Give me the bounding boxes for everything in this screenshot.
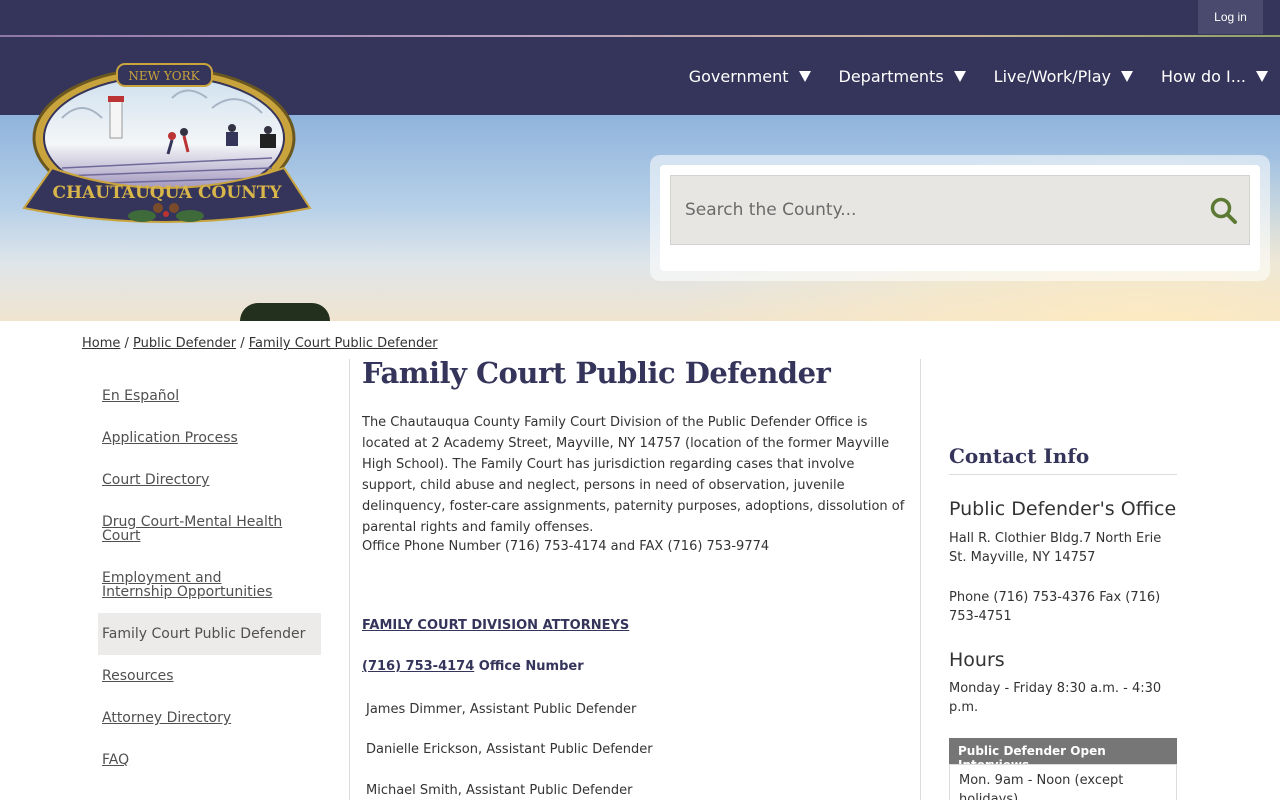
sidebar-item-faq[interactable]: FAQ [98,753,133,767]
caret-down-icon [953,70,966,82]
sidebar-item-resources[interactable]: Resources [98,669,178,683]
search-box [670,175,1250,245]
search-icon[interactable] [1209,196,1239,226]
nav-label: Live/Work/Play [993,66,1111,86]
sidebar-item-employment[interactable]: Employment and Internship Opportunities [98,571,298,599]
tree-silhouette [240,303,330,321]
county-logo[interactable]: NEW YORK CHAUTAUQUA COUNTY [22,58,312,230]
sidebar-item-court-directory[interactable]: Court Directory [98,473,213,487]
attorney-item: James Dimmer, Assistant Public Defender [366,702,637,717]
breadcrumb: Home / Public Defender / Family Court Pu… [82,336,438,351]
sidebar-item-family-court[interactable]: Family Court Public Defender [98,613,321,655]
column-divider [920,359,921,800]
caret-down-icon [798,70,811,82]
nav-live-work-play[interactable]: Live/Work/Play [994,67,1133,86]
main-nav: Government Departments Live/Work/Play Ho… [689,37,1268,115]
office-phone-link[interactable]: (716) 753-4174 [362,659,474,674]
attorney-item: Danielle Erickson, Assistant Public Defe… [366,742,653,757]
breadcrumb-separator: / [124,336,134,351]
nav-departments[interactable]: Departments [839,67,966,86]
nav-how-do-i[interactable]: How do I... [1161,67,1268,86]
logo-top-text: NEW YORK [128,69,200,83]
hours-text: Monday - Friday 8:30 a.m. - 4:30 p.m. [949,681,1162,715]
contact-panel: Contact Info Public Defender's Office Ha… [949,444,1177,800]
caret-down-icon [1121,70,1133,82]
column-divider [349,359,350,800]
utility-bar: Log in [0,0,1280,35]
caret-down-icon [1256,70,1268,82]
search-input[interactable] [685,176,1205,244]
contact-title: Contact Info [949,444,1177,475]
sidebar-item-application-process[interactable]: Application Process [98,431,242,445]
nav-government[interactable]: Government [689,67,811,86]
main-content: Family Court Public Defender The Chautau… [362,356,910,798]
attorney-item: Michael Smith, Assistant Public Defender [366,783,633,798]
search-container [660,165,1260,271]
interviews-text: Mon. 9am - Noon (except holidays) [949,764,1177,800]
sidebar-item-en-espanol[interactable]: En Español [98,389,183,403]
office-name: Public Defender's Office [949,498,1177,520]
login-button[interactable]: Log in [1198,0,1263,34]
hours-title: Hours [949,649,1005,671]
interviews-title: Public Defender Open Interviews [949,738,1177,772]
search-panel [650,155,1270,281]
breadcrumb-home[interactable]: Home [82,336,120,351]
office-number-line: (716) 753-4174 Office Number [362,659,584,674]
breadcrumb-public-defender[interactable]: Public Defender [133,336,236,351]
logo-banner-text: CHAUTAUQUA COUNTY [52,183,282,203]
nav-label: Government [688,66,789,86]
office-phone-fax: Phone (716) 753-4376 Fax (716) 753-4751 [949,590,1161,624]
page-title: Family Court Public Defender [362,356,831,390]
nav-label: Departments [838,66,944,86]
breadcrumb-current[interactable]: Family Court Public Defender [249,336,438,351]
intro-paragraph: The Chautauqua County Family Court Divis… [362,415,905,535]
phone-fax-line: Office Phone Number (716) 753-4174 and F… [362,539,770,554]
nav-label: How do I... [1161,66,1246,86]
breadcrumb-separator: / [240,336,249,351]
sidebar-item-drug-court[interactable]: Drug Court-Mental Health Court [98,515,298,543]
office-phone-suffix: Office Number [474,659,584,674]
attorneys-heading: FAMILY COURT DIVISION ATTORNEYS [362,618,630,633]
sidebar-item-attorney-directory[interactable]: Attorney Directory [98,711,235,725]
office-address: Hall R. Clothier Bldg.7 North Erie St. M… [949,531,1162,565]
